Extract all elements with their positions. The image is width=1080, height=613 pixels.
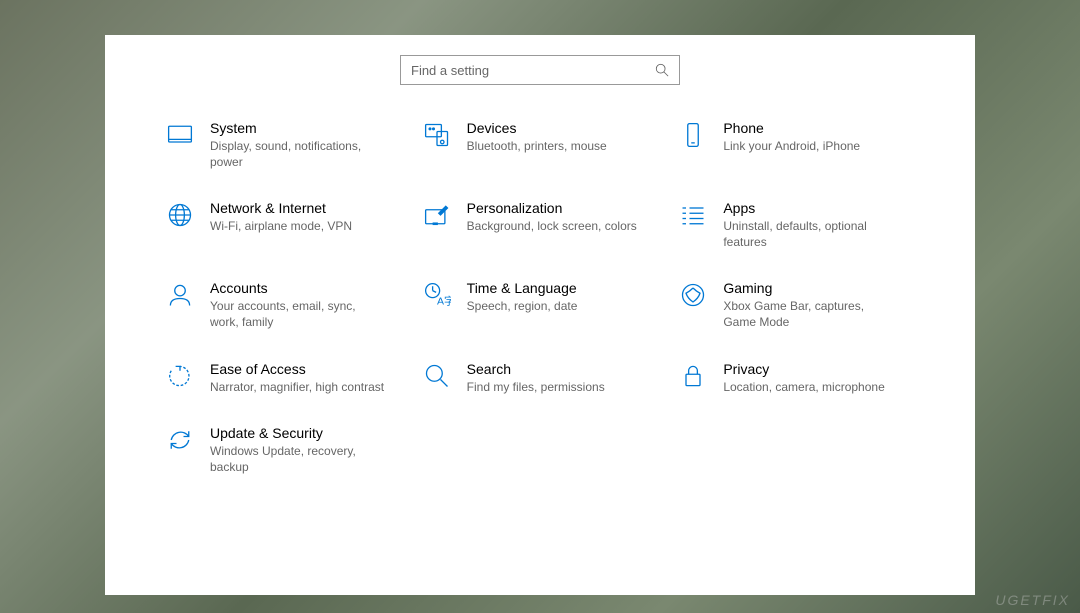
tile-network[interactable]: Network & Internet Wi-Fi, airplane mode,… xyxy=(165,200,402,250)
tile-devices[interactable]: Devices Bluetooth, printers, mouse xyxy=(422,120,659,170)
phone-icon xyxy=(678,120,708,150)
tile-desc: Background, lock screen, colors xyxy=(467,219,642,235)
tile-desc: Bluetooth, printers, mouse xyxy=(467,139,642,155)
tile-title: Personalization xyxy=(467,200,642,216)
tile-privacy[interactable]: Privacy Location, camera, microphone xyxy=(678,361,915,396)
tile-title: System xyxy=(210,120,385,136)
search-input[interactable]: Find a setting xyxy=(400,55,680,85)
time-language-icon: A字 xyxy=(422,280,452,310)
tile-title: Accounts xyxy=(210,280,385,296)
settings-grid: System Display, sound, notifications, po… xyxy=(155,120,925,475)
tile-title: Update & Security xyxy=(210,425,385,441)
tile-desc: Uninstall, defaults, optional features xyxy=(723,219,898,250)
settings-window: Find a setting System Display, sound, no… xyxy=(105,35,975,595)
tile-desc: Location, camera, microphone xyxy=(723,380,898,396)
tile-update-security[interactable]: Update & Security Windows Update, recove… xyxy=(165,425,402,475)
tile-title: Gaming xyxy=(723,280,898,296)
apps-icon xyxy=(678,200,708,230)
gaming-icon xyxy=(678,280,708,310)
tile-system[interactable]: System Display, sound, notifications, po… xyxy=(165,120,402,170)
tile-gaming[interactable]: Gaming Xbox Game Bar, captures, Game Mod… xyxy=(678,280,915,330)
tile-accounts[interactable]: Accounts Your accounts, email, sync, wor… xyxy=(165,280,402,330)
tile-time-language[interactable]: A字 Time & Language Speech, region, date xyxy=(422,280,659,330)
tile-title: Ease of Access xyxy=(210,361,385,377)
svg-text:A字: A字 xyxy=(437,295,451,308)
tile-desc: Speech, region, date xyxy=(467,299,642,315)
tile-personalization[interactable]: Personalization Background, lock screen,… xyxy=(422,200,659,250)
tile-title: Network & Internet xyxy=(210,200,385,216)
tile-desc: Link your Android, iPhone xyxy=(723,139,898,155)
tile-ease-of-access[interactable]: Ease of Access Narrator, magnifier, high… xyxy=(165,361,402,396)
search-tile-icon xyxy=(422,361,452,391)
tile-title: Apps xyxy=(723,200,898,216)
personalization-icon xyxy=(422,200,452,230)
tile-title: Time & Language xyxy=(467,280,642,296)
tile-desc: Xbox Game Bar, captures, Game Mode xyxy=(723,299,898,330)
privacy-icon xyxy=(678,361,708,391)
tile-desc: Find my files, permissions xyxy=(467,380,642,396)
network-icon xyxy=(165,200,195,230)
accounts-icon xyxy=(165,280,195,310)
search-placeholder: Find a setting xyxy=(411,63,489,78)
tile-desc: Display, sound, notifications, power xyxy=(210,139,385,170)
tile-apps[interactable]: Apps Uninstall, defaults, optional featu… xyxy=(678,200,915,250)
tile-desc: Narrator, magnifier, high contrast xyxy=(210,380,385,396)
watermark: UGETFIX xyxy=(995,592,1070,608)
tile-title: Privacy xyxy=(723,361,898,377)
ease-of-access-icon xyxy=(165,361,195,391)
system-icon xyxy=(165,120,195,150)
tile-title: Phone xyxy=(723,120,898,136)
tile-title: Search xyxy=(467,361,642,377)
tile-search[interactable]: Search Find my files, permissions xyxy=(422,361,659,396)
tile-desc: Wi-Fi, airplane mode, VPN xyxy=(210,219,385,235)
tile-phone[interactable]: Phone Link your Android, iPhone xyxy=(678,120,915,170)
update-security-icon xyxy=(165,425,195,455)
tile-desc: Your accounts, email, sync, work, family xyxy=(210,299,385,330)
search-icon xyxy=(655,63,669,77)
devices-icon xyxy=(422,120,452,150)
tile-title: Devices xyxy=(467,120,642,136)
tile-desc: Windows Update, recovery, backup xyxy=(210,444,385,475)
search-container: Find a setting xyxy=(155,55,925,85)
